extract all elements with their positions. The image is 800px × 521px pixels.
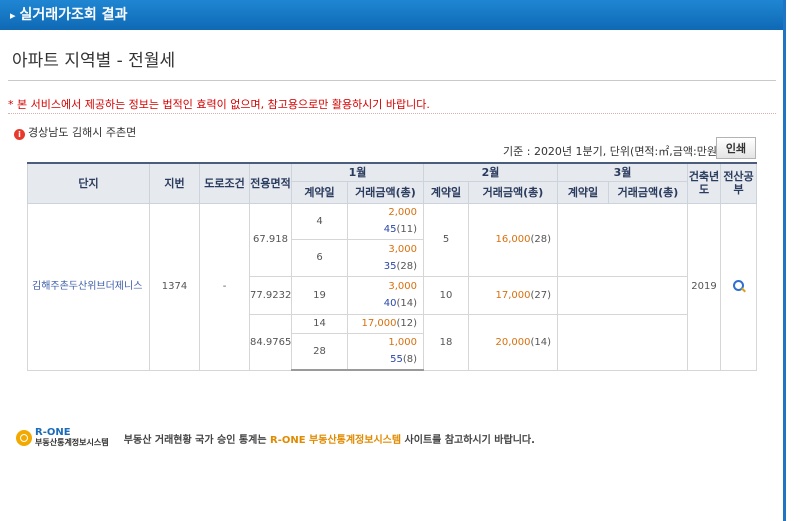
amount-cell: 20,000(14): [468, 313, 558, 371]
col-year-built: 건축년도: [687, 162, 721, 204]
day-cell: 4: [291, 202, 348, 240]
r-one-logo-icon: [16, 430, 32, 446]
count-value: (28): [396, 260, 417, 272]
day-cell: 18: [423, 313, 469, 371]
col-amount: 거래금액(총): [347, 180, 424, 204]
amount-cell: 2,000 45(11): [347, 202, 424, 240]
count-value: (27): [530, 289, 551, 301]
jibun-cell: 1374: [149, 202, 200, 371]
footer-msg-suffix: 사이트를 참고하시기 바랍니다.: [404, 434, 535, 446]
count-value: (14): [396, 298, 417, 309]
amount-cell: 1,000 55(8): [347, 332, 424, 371]
rent-value: 35: [383, 260, 397, 272]
col-area: 전용면적: [249, 162, 292, 204]
amount-cell: 17,000(12): [347, 313, 424, 334]
deposit-value: 16,000: [495, 234, 531, 245]
logo-subtitle: 부동산통계정보시스템: [35, 438, 109, 447]
count-value: (11): [396, 224, 417, 235]
transaction-table: 단지 지번 도로조건 전용면적 1월 2월 3월 건축년도 전산공부 계약일 거…: [27, 162, 757, 371]
area-cell: 67.918: [249, 202, 292, 277]
col-contract-day: 계약일: [291, 180, 348, 204]
col-contract-day: 계약일: [423, 180, 469, 204]
deposit-value: 17,000: [361, 318, 397, 329]
deposit-value: 17,000: [495, 289, 531, 301]
col-jibun: 지번: [149, 162, 200, 204]
day-cell: 5: [423, 202, 469, 277]
logo-name: R-ONE: [35, 427, 71, 438]
rent-value: 45: [383, 224, 397, 235]
window-edge: [783, 0, 786, 521]
amount-cell: 3,000 40(14): [347, 275, 424, 315]
count-value: (8): [402, 354, 417, 366]
magnifier-icon[interactable]: [733, 279, 744, 291]
count-value: (14): [530, 336, 551, 348]
day-cell: 28: [291, 332, 348, 371]
r-one-logo[interactable]: R-ONE 부동산통계정보시스템: [16, 428, 109, 448]
deposit-value: 3,000: [388, 281, 417, 292]
col-road: 도로조건: [199, 162, 250, 204]
year-built-cell: 2019: [687, 202, 721, 371]
info-icon: i: [14, 129, 25, 140]
amount-cell: 17,000(27): [468, 275, 558, 315]
empty-month-cell: [557, 313, 688, 371]
rent-value: 55: [390, 354, 403, 366]
col-amount: 거래금액(총): [608, 180, 688, 204]
col-contract-day: 계약일: [557, 180, 609, 204]
empty-month-cell: [557, 202, 688, 277]
table-row: 김해주촌두산위브더제니스 1374 - 67.918 4 2,000 45(11)…: [27, 202, 757, 371]
region-label: i 경상남도 김해시 주촌면: [14, 124, 136, 140]
col-complex: 단지: [27, 162, 150, 204]
col-month-2: 2월: [423, 162, 558, 182]
day-cell: 14: [291, 313, 348, 334]
empty-month-cell: [557, 275, 688, 315]
col-month-3: 3월: [557, 162, 688, 182]
count-value: (28): [530, 234, 551, 245]
day-cell: 6: [291, 238, 348, 277]
col-amount: 거래금액(총): [468, 180, 558, 204]
complex-name-link[interactable]: 김해주촌두산위브더제니스: [27, 202, 150, 371]
disclaimer-notice: * 본 서비스에서 제공하는 정보는 법적인 효력이 없으며, 참고용으로만 활…: [8, 98, 430, 111]
arrow-icon: ▸: [10, 9, 16, 22]
deposit-value: 1,000: [388, 337, 417, 349]
r-one-link[interactable]: R-ONE 부동산통계정보시스템: [270, 435, 401, 446]
col-month-1: 1월: [291, 162, 424, 182]
page-title: 아파트 지역별 - 전월세: [12, 51, 176, 71]
divider: [8, 113, 776, 114]
divider: [8, 80, 776, 81]
day-cell: 19: [291, 275, 348, 315]
footer-msg-prefix: 부동산 거래현황 국가 승인 통계는: [123, 434, 267, 446]
deposit-value: 3,000: [388, 243, 417, 255]
title-text: 실거래가조회 결과: [19, 7, 128, 23]
deposit-value: 2,000: [388, 207, 417, 218]
deposit-value: 20,000: [495, 336, 531, 348]
registry-cell: [720, 202, 757, 371]
footer-message: 부동산 거래현황 국가 승인 통계는 R-ONE 부동산통계정보시스템 사이트를…: [124, 431, 535, 446]
count-value: (12): [396, 318, 417, 329]
amount-cell: 16,000(28): [468, 202, 558, 277]
road-cell: -: [199, 202, 250, 371]
print-button[interactable]: 인쇄: [716, 137, 756, 159]
basis-text: 기준 : 2020년 1분기, 단위(면적:㎡,금액:만원): [503, 145, 722, 158]
region-text: 경상남도 김해시 주촌면: [28, 126, 137, 139]
amount-cell: 3,000 35(28): [347, 238, 424, 277]
day-cell: 10: [423, 275, 469, 315]
title-bar: ▸ 실거래가조회 결과: [0, 0, 785, 30]
area-cell: 77.9232: [249, 275, 292, 315]
area-cell: 84.9765: [249, 313, 292, 371]
col-registry: 전산공부: [720, 162, 757, 204]
footer-note: R-ONE 부동산통계정보시스템 부동산 거래현황 국가 승인 통계는 R-ONE…: [16, 428, 535, 448]
rent-value: 40: [383, 298, 397, 309]
